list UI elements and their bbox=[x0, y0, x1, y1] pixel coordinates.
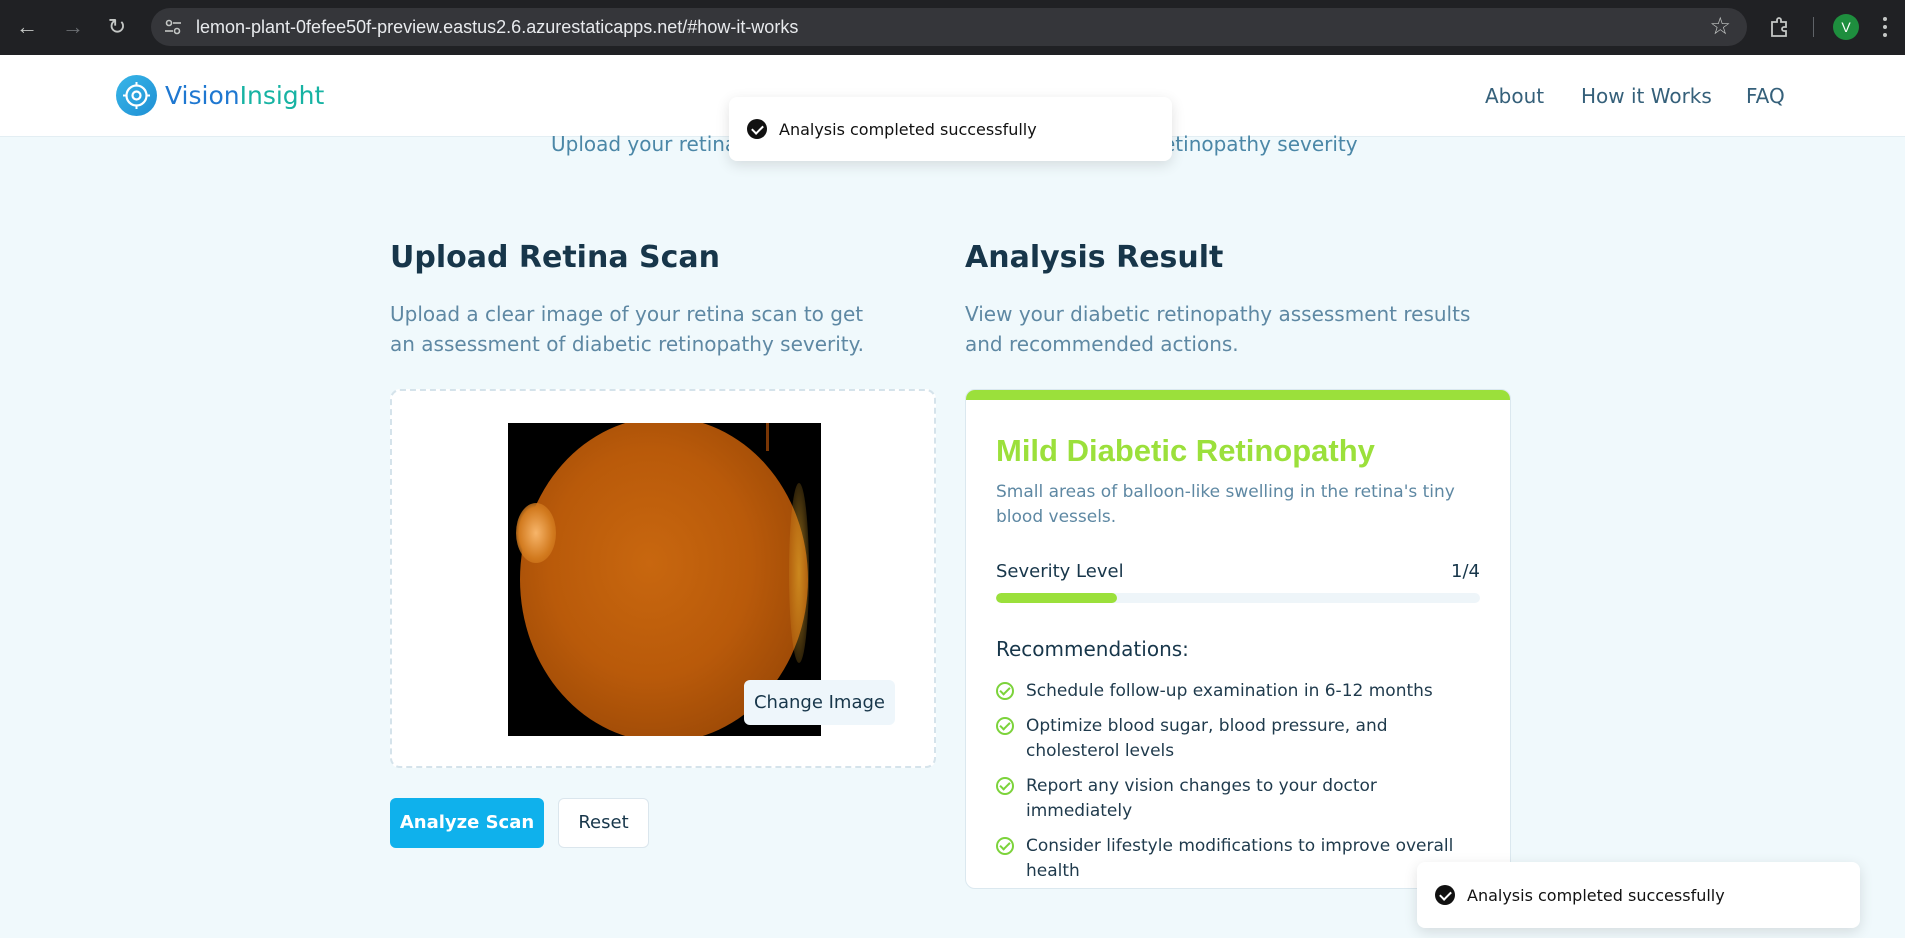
diagnosis-description: Small areas of balloon-like swelling in … bbox=[996, 482, 1455, 527]
forward-arrow-icon[interactable]: → bbox=[59, 13, 87, 41]
toast-notification-top[interactable]: Analysis completed successfully bbox=[729, 97, 1172, 161]
upload-section-description: Upload a clear image of your retina scan… bbox=[390, 302, 864, 356]
list-item: Optimize blood sugar, blood pressure, an… bbox=[996, 714, 1486, 764]
browser-toolbar: ← → ↻ lemon-plant-0fefee50f-preview.east… bbox=[0, 0, 1905, 55]
check-circle-icon bbox=[996, 777, 1014, 795]
upload-section-title: Upload Retina Scan bbox=[390, 240, 720, 275]
analyze-scan-button[interactable]: Analyze Scan bbox=[390, 798, 544, 848]
check-circle-icon bbox=[996, 717, 1014, 735]
back-arrow-icon[interactable]: ← bbox=[13, 13, 41, 41]
url-text[interactable]: lemon-plant-0fefee50f-preview.eastus2.6.… bbox=[196, 8, 798, 46]
reset-button[interactable]: Reset bbox=[558, 798, 649, 848]
severity-value: 1/4 bbox=[1451, 561, 1480, 582]
toast-message: Analysis completed successfully bbox=[779, 119, 1037, 139]
result-section-description: View your diabetic retinopathy assessmen… bbox=[965, 302, 1471, 356]
nav-about-link[interactable]: About bbox=[1485, 84, 1544, 108]
browser-menu-icon[interactable] bbox=[1880, 13, 1890, 41]
change-image-button[interactable]: Change Image bbox=[744, 680, 895, 725]
logo-wordmark[interactable]: VisionInsight bbox=[165, 81, 324, 110]
bookmark-star-icon[interactable]: ☆ bbox=[1709, 14, 1731, 40]
nav-how-it-works-link[interactable]: How it Works bbox=[1581, 84, 1712, 108]
toolbar-divider bbox=[1813, 17, 1814, 37]
diagnosis-title: Mild Diabetic Retinopathy bbox=[996, 433, 1375, 468]
toast-message: Analysis completed successfully bbox=[1467, 885, 1725, 905]
check-circle-icon bbox=[996, 837, 1014, 855]
address-bar[interactable]: lemon-plant-0fefee50f-preview.eastus2.6.… bbox=[151, 8, 1747, 46]
success-check-icon bbox=[1435, 885, 1455, 905]
image-dropzone[interactable]: Change Image bbox=[390, 389, 936, 768]
nav-faq-link[interactable]: FAQ bbox=[1746, 84, 1785, 108]
hero-subtitle-left: Upload your retina bbox=[551, 132, 738, 156]
list-item: Schedule follow-up examination in 6-12 m… bbox=[996, 679, 1486, 704]
check-circle-icon bbox=[996, 682, 1014, 700]
success-check-icon bbox=[747, 119, 767, 139]
severity-label: Severity Level bbox=[996, 561, 1124, 582]
hero-subtitle-right: etinopathy severity bbox=[1163, 132, 1358, 156]
list-item: Report any vision changes to your doctor… bbox=[996, 774, 1486, 824]
toast-notification-bottom[interactable]: Analysis completed successfully bbox=[1417, 862, 1860, 928]
reload-icon[interactable]: ↻ bbox=[103, 13, 131, 41]
site-settings-icon[interactable] bbox=[163, 17, 183, 37]
severity-progress-fill bbox=[996, 593, 1117, 603]
profile-avatar[interactable]: V bbox=[1833, 14, 1859, 40]
list-item: Consider lifestyle modifications to impr… bbox=[996, 834, 1486, 884]
severity-accent-bar bbox=[966, 390, 1510, 400]
result-section-title: Analysis Result bbox=[965, 240, 1224, 275]
analysis-result-card: Mild Diabetic Retinopathy Small areas of… bbox=[965, 389, 1511, 889]
recommendations-title: Recommendations: bbox=[996, 637, 1189, 661]
severity-progress-bar bbox=[996, 593, 1480, 603]
extensions-icon[interactable] bbox=[1768, 14, 1792, 38]
logo-eye-icon bbox=[116, 75, 157, 116]
recommendations-list: Schedule follow-up examination in 6-12 m… bbox=[996, 679, 1486, 888]
